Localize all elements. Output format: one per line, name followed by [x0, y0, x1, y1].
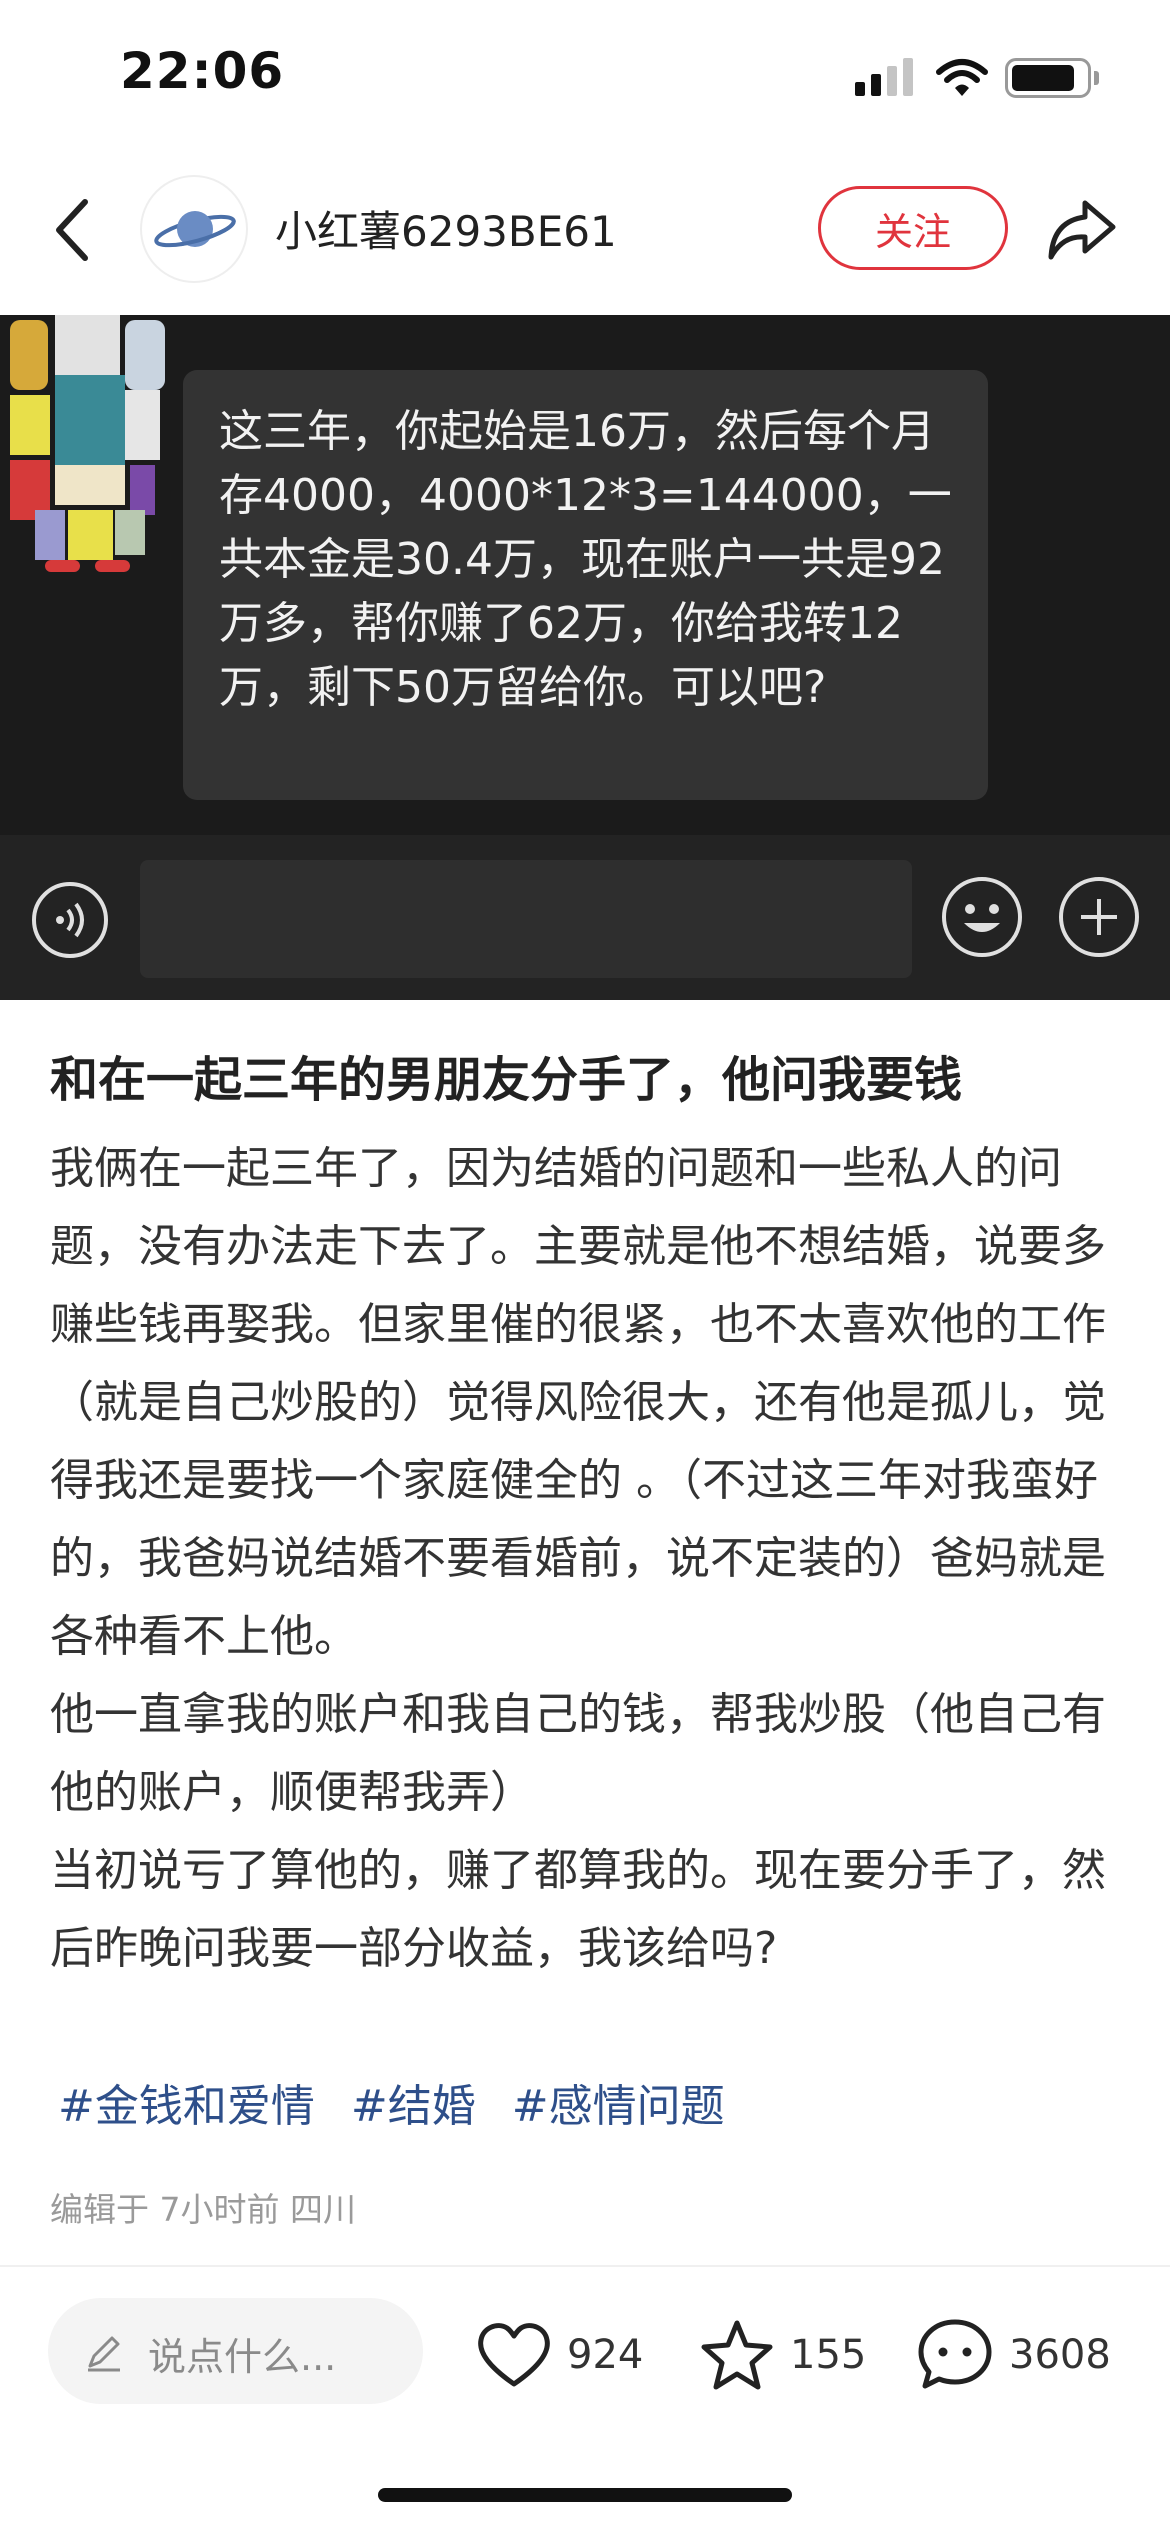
- pencil-icon: [88, 2336, 120, 2372]
- comment-icon: [918, 2319, 992, 2389]
- voice-icon: [32, 882, 108, 958]
- planet-icon: [154, 211, 236, 248]
- comment-count: 3608: [1009, 2332, 1111, 2378]
- like-button[interactable]: 924: [475, 2310, 643, 2400]
- post-image[interactable]: 这三年，你起始是16万，然后每个月存4000，4000*12*3=144000，…: [0, 315, 1170, 1000]
- follow-button[interactable]: 关注: [818, 186, 1008, 270]
- emoji-icon: [942, 877, 1022, 957]
- chat-input-field: [140, 860, 912, 978]
- status-bar: 22:06: [0, 0, 1170, 150]
- home-indicator[interactable]: [378, 2488, 792, 2502]
- top-nav-bar: 小红薯6293BE61 关注: [0, 150, 1170, 315]
- divider: [0, 2265, 1170, 2267]
- author-username[interactable]: 小红薯6293BE61: [275, 198, 617, 259]
- status-time: 22:06: [120, 42, 285, 100]
- comment-placeholder: 说点什么...: [148, 2335, 337, 2379]
- plus-icon: [1059, 877, 1139, 957]
- battery-icon: [1005, 58, 1091, 98]
- post-body: 我俩在一起三年了，因为结婚的问题和一些私人的问题，没有办法走下去了。主要就是他不…: [50, 1143, 1106, 1974]
- back-icon[interactable]: [45, 190, 105, 270]
- cellular-signal-icon: [855, 58, 915, 96]
- post-title: 和在一起三年的男朋友分手了，他问我要钱: [50, 1052, 963, 1108]
- wifi-icon: [936, 59, 988, 96]
- comments-button[interactable]: 3608: [915, 2310, 1111, 2400]
- tag-link[interactable]: #感情问题: [512, 2070, 725, 2140]
- like-count: 924: [567, 2332, 644, 2378]
- chat-input-row: [0, 835, 1170, 1000]
- tag-link[interactable]: #结婚: [351, 2070, 476, 2140]
- heart-icon: [478, 2323, 550, 2387]
- comment-input[interactable]: 说点什么...: [48, 2298, 423, 2404]
- chat-message-bubble: 这三年，你起始是16万，然后每个月存4000，4000*12*3=144000，…: [183, 370, 988, 800]
- author-avatar[interactable]: [140, 175, 248, 283]
- collect-button[interactable]: 155: [698, 2310, 866, 2400]
- share-icon[interactable]: [1045, 195, 1120, 265]
- chat-avatar-image: [10, 315, 165, 572]
- post-tags: #金钱和爱情 #结婚 #感情问题: [58, 2070, 725, 2140]
- collect-count: 155: [790, 2332, 867, 2378]
- post-meta: 编辑于 7小时前 四川: [50, 2190, 356, 2229]
- chat-message-text: 这三年，你起始是16万，然后每个月存4000，4000*12*3=144000，…: [219, 406, 952, 713]
- star-icon: [701, 2320, 773, 2390]
- tag-link[interactable]: #金钱和爱情: [58, 2070, 315, 2140]
